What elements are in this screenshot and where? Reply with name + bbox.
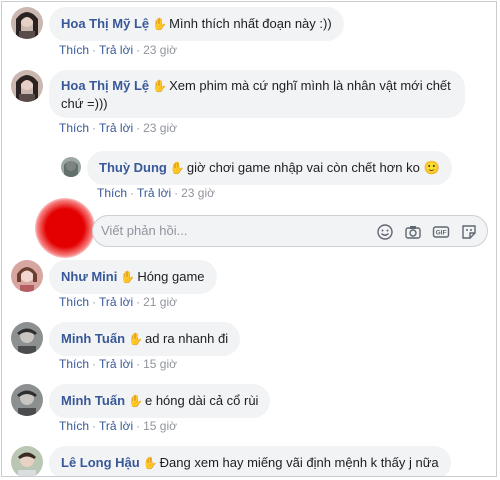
comment-bubble: Minh Tuấn ✋ ad ra nhanh đi	[49, 322, 241, 356]
reply-input[interactable]: Viết phản hồi... GIF	[92, 215, 488, 247]
reply-link[interactable]: Trả lời	[99, 121, 133, 135]
avatar[interactable]	[61, 157, 81, 177]
comment-actions: Thích · Trả lời · 23 giờ	[59, 121, 177, 135]
wave-badge-icon: ✋	[152, 17, 168, 31]
comment-bubble: Như Mini ✋ Hóng game	[49, 260, 217, 294]
comment-actions: Thích · Trả lời · 23 giờ	[59, 43, 177, 57]
reply-link[interactable]: Trả lời	[99, 295, 133, 309]
comment-author[interactable]: Thuỳ Dung	[99, 160, 167, 175]
camera-icon[interactable]	[404, 223, 422, 241]
reply-link[interactable]: Trả lời	[99, 357, 133, 371]
comment-time[interactable]: 15 giờ	[143, 357, 177, 371]
svg-text:GIF: GIF	[436, 230, 447, 237]
avatar[interactable]	[11, 384, 43, 416]
reply-link[interactable]: Trả lời	[137, 186, 171, 200]
comment-bubble: Hoa Thị Mỹ Lệ ✋ Xem phim mà cứ nghĩ mình l…	[49, 70, 465, 118]
sticker-icon[interactable]	[460, 223, 478, 241]
wave-badge-icon: ✋	[128, 394, 143, 408]
comment-text: Đang xem hay miếng vãi định mệnh k thấy …	[159, 455, 439, 470]
comment-time[interactable]: 23 giờ	[143, 43, 177, 57]
avatar[interactable]	[11, 7, 43, 39]
like-link[interactable]: Thích	[59, 43, 89, 57]
comment-author[interactable]: Minh Tuấn	[61, 393, 125, 408]
comment-actions: Thích · Trả lời · 23 giờ	[97, 186, 215, 200]
comment-bubble: Hoa Thị Mỹ Lệ ✋ Mình thích nhất đoạn này :…	[49, 7, 344, 41]
comment-actions: Thích · Trả lời · 15 giờ	[59, 357, 177, 371]
comment-actions: Thích · Trả lời · 21 giờ	[59, 295, 177, 309]
wave-badge-icon: ✋	[152, 79, 168, 93]
avatar[interactable]	[11, 322, 43, 354]
comment-author[interactable]: Như Mini	[61, 269, 117, 284]
avatar[interactable]	[11, 260, 43, 292]
emoji-icon[interactable]	[376, 223, 394, 241]
comment-author[interactable]: Hoa Thị Mỹ Lệ	[61, 16, 149, 31]
comment-author[interactable]: Hoa Thị Mỹ Lệ	[61, 78, 149, 93]
like-link[interactable]: Thích	[59, 121, 89, 135]
reply-link[interactable]: Trả lời	[99, 43, 133, 57]
reply-placeholder: Viết phản hồi...	[101, 223, 188, 238]
like-link[interactable]: Thích	[59, 419, 89, 433]
wave-badge-icon: ✋	[120, 270, 136, 284]
comment-text: e hóng dài cả cổ rùi	[144, 393, 259, 408]
comment-time[interactable]: 23 giờ	[143, 121, 177, 135]
comment-bubble: Lê Long Hậu ✋ Đang xem hay miếng vãi định …	[49, 446, 451, 476]
wave-badge-icon: ✋	[169, 161, 185, 175]
comment-time[interactable]: 21 giờ	[143, 295, 177, 309]
comment-text: giờ chơi game nhập vai còn chết hơn ko 🙂	[186, 160, 440, 175]
comment-thread: Hoa Thị Mỹ Lệ ✋ Mình thích nhất đoạn này :…	[1, 1, 497, 477]
comment-bubble: Minh Tuấn ✋ e hóng dài cả cổ rùi	[49, 384, 271, 418]
comment-author[interactable]: Minh Tuấn	[61, 331, 125, 346]
comment-text: ad ra nhanh đi	[144, 331, 229, 346]
wave-badge-icon: ✋	[128, 332, 143, 346]
reply-bubble: Thuỳ Dung ✋ giờ chơi game nhập vai còn chế…	[87, 151, 452, 185]
comment-author[interactable]: Lê Long Hậu	[61, 455, 140, 470]
like-link[interactable]: Thích	[97, 186, 127, 200]
wave-badge-icon: ✋	[142, 456, 158, 470]
avatar[interactable]	[11, 446, 43, 476]
avatar[interactable]	[11, 70, 43, 102]
comment-text: Hóng game	[137, 269, 205, 284]
like-link[interactable]: Thích	[59, 295, 89, 309]
comment-time[interactable]: 23 giờ	[181, 186, 215, 200]
comment-text: Mình thích nhất đoạn này :))	[169, 16, 332, 31]
redaction-mark	[35, 198, 95, 258]
like-link[interactable]: Thích	[59, 357, 89, 371]
reply-link[interactable]: Trả lời	[99, 419, 133, 433]
comment-time[interactable]: 15 giờ	[143, 419, 177, 433]
gif-icon[interactable]: GIF	[432, 223, 450, 241]
comment-actions: Thích · Trả lời · 15 giờ	[59, 419, 177, 433]
